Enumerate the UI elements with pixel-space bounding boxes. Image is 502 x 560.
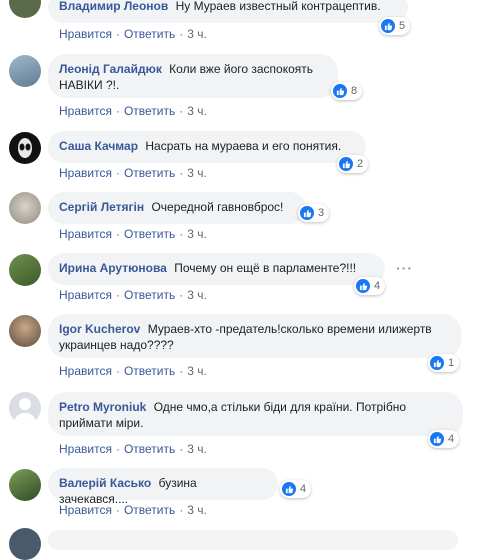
reply-link[interactable]: Ответить bbox=[124, 166, 175, 180]
more-options-icon[interactable]: ··· bbox=[396, 260, 413, 276]
timestamp[interactable]: 3 ч. bbox=[187, 104, 207, 118]
comment-author[interactable]: Сергій Летягін bbox=[59, 200, 144, 214]
like-link[interactable]: Нравится bbox=[59, 104, 112, 118]
reaction-count[interactable]: 8 bbox=[331, 82, 363, 100]
avatar[interactable] bbox=[9, 55, 41, 87]
like-count: 4 bbox=[300, 483, 307, 495]
reply-link[interactable]: Ответить bbox=[124, 27, 175, 41]
reaction-count[interactable]: 1 bbox=[428, 354, 460, 372]
comment-actions: Нравится · Ответить · 3 ч. bbox=[59, 27, 207, 41]
comment-actions: Нравится · Ответить · 3 ч. bbox=[59, 442, 207, 456]
comment-text: Почему он ещё в парламенте?!!! bbox=[174, 261, 357, 275]
comment-bubble: Владимир Леонов Ну Мураев известный конт… bbox=[48, 0, 408, 23]
reaction-count[interactable]: 3 bbox=[298, 204, 330, 222]
comment-author[interactable]: Владимир Леонов bbox=[59, 0, 168, 13]
avatar[interactable] bbox=[9, 254, 41, 286]
like-link[interactable]: Нравится bbox=[59, 27, 112, 41]
comment-actions: Нравится · Ответить · 3 ч. bbox=[59, 364, 207, 378]
timestamp[interactable]: 3 ч. bbox=[187, 166, 207, 180]
avatar[interactable] bbox=[9, 192, 41, 224]
like-count: 1 bbox=[448, 357, 455, 369]
comment-bubble: Igor Kucherov Мураев-хто -предатель!скол… bbox=[48, 314, 461, 358]
reaction-count[interactable]: 4 bbox=[428, 430, 460, 448]
comment-actions: Нравится · Ответить · 3 ч. bbox=[59, 104, 207, 118]
reply-link[interactable]: Ответить bbox=[124, 288, 175, 302]
avatar[interactable] bbox=[9, 528, 41, 560]
reaction-count[interactable]: 5 bbox=[379, 17, 411, 35]
reply-link[interactable]: Ответить bbox=[124, 227, 175, 241]
comment-author[interactable]: Валерій Касько bbox=[59, 476, 151, 490]
like-link[interactable]: Нравится bbox=[59, 288, 112, 302]
avatar[interactable] bbox=[9, 469, 41, 501]
thumbs-up-icon bbox=[430, 356, 444, 370]
comment-bubble: Petro Myroniuk Одне чмо,а стільки біди д… bbox=[48, 392, 463, 436]
comment-text: Ну Мураев известный контрацептив. bbox=[175, 0, 381, 13]
comment-text: Насрать на мураева и его понятия. bbox=[145, 139, 342, 153]
like-link[interactable]: Нравится bbox=[59, 503, 112, 517]
avatar[interactable] bbox=[9, 0, 41, 18]
reaction-count[interactable]: 4 bbox=[354, 277, 386, 295]
reaction-count[interactable]: 2 bbox=[337, 155, 369, 173]
timestamp[interactable]: 3 ч. bbox=[187, 364, 207, 378]
timestamp[interactable]: 3 ч. bbox=[187, 227, 207, 241]
thumbs-up-icon bbox=[356, 279, 370, 293]
like-count: 2 bbox=[357, 158, 364, 170]
like-count: 8 bbox=[351, 85, 358, 97]
reply-link[interactable]: Ответить bbox=[124, 364, 175, 378]
comment-actions: Нравится · Ответить · 3 ч. bbox=[59, 227, 207, 241]
comment-bubble: Сергій Летягін Очередной гавновброс! bbox=[48, 192, 306, 224]
thumbs-up-icon bbox=[430, 432, 444, 446]
like-link[interactable]: Нравится bbox=[59, 364, 112, 378]
reply-link[interactable]: Ответить bbox=[124, 442, 175, 456]
comment-bubble: Саша Качмар Насрать на мураева и его пон… bbox=[48, 131, 366, 163]
comment-author[interactable]: Саша Качмар bbox=[59, 139, 138, 153]
comment-author[interactable]: Леонід Галайдюк bbox=[59, 62, 162, 76]
timestamp[interactable]: 3 ч. bbox=[187, 503, 207, 517]
comment-actions: Нравится · Ответить · 3 ч. bbox=[59, 166, 207, 180]
like-link[interactable]: Нравится bbox=[59, 227, 112, 241]
thumbs-up-icon bbox=[381, 19, 395, 33]
comment-bubble: Ирина Арутюнова Почему он ещё в парламен… bbox=[48, 253, 385, 285]
avatar[interactable] bbox=[9, 132, 41, 164]
comment-author[interactable]: Igor Kucherov bbox=[59, 322, 140, 336]
thumbs-up-icon bbox=[282, 482, 296, 496]
like-link[interactable]: Нравится bbox=[59, 166, 112, 180]
avatar[interactable] bbox=[9, 315, 41, 347]
like-count: 4 bbox=[374, 280, 381, 292]
comment-bubble: Леонід Галайдюк Коли вже його заспокоять… bbox=[48, 54, 338, 98]
comment-bubble bbox=[48, 530, 458, 550]
timestamp[interactable]: 3 ч. bbox=[187, 288, 207, 302]
avatar[interactable] bbox=[9, 392, 41, 424]
timestamp[interactable]: 3 ч. bbox=[187, 27, 207, 41]
like-count: 3 bbox=[318, 207, 325, 219]
reply-link[interactable]: Ответить bbox=[124, 104, 175, 118]
comment-text: Очередной гавновброс! bbox=[151, 200, 284, 214]
thumbs-up-icon bbox=[300, 206, 314, 220]
reaction-count[interactable]: 4 bbox=[280, 480, 312, 498]
comment-bubble: Валерій Касько бузина зачекався.... bbox=[48, 468, 278, 506]
comment-author[interactable]: Ирина Арутюнова bbox=[59, 261, 167, 275]
like-link[interactable]: Нравится bbox=[59, 442, 112, 456]
like-count: 4 bbox=[448, 433, 455, 445]
comment-author[interactable]: Petro Myroniuk bbox=[59, 400, 146, 414]
thumbs-up-icon bbox=[333, 84, 347, 98]
like-count: 5 bbox=[399, 20, 406, 32]
reply-link[interactable]: Ответить bbox=[124, 503, 175, 517]
timestamp[interactable]: 3 ч. bbox=[187, 442, 207, 456]
comment-actions: Нравится · Ответить · 3 ч. bbox=[59, 503, 207, 517]
thumbs-up-icon bbox=[339, 157, 353, 171]
comment-actions: Нравится · Ответить · 3 ч. bbox=[59, 288, 207, 302]
